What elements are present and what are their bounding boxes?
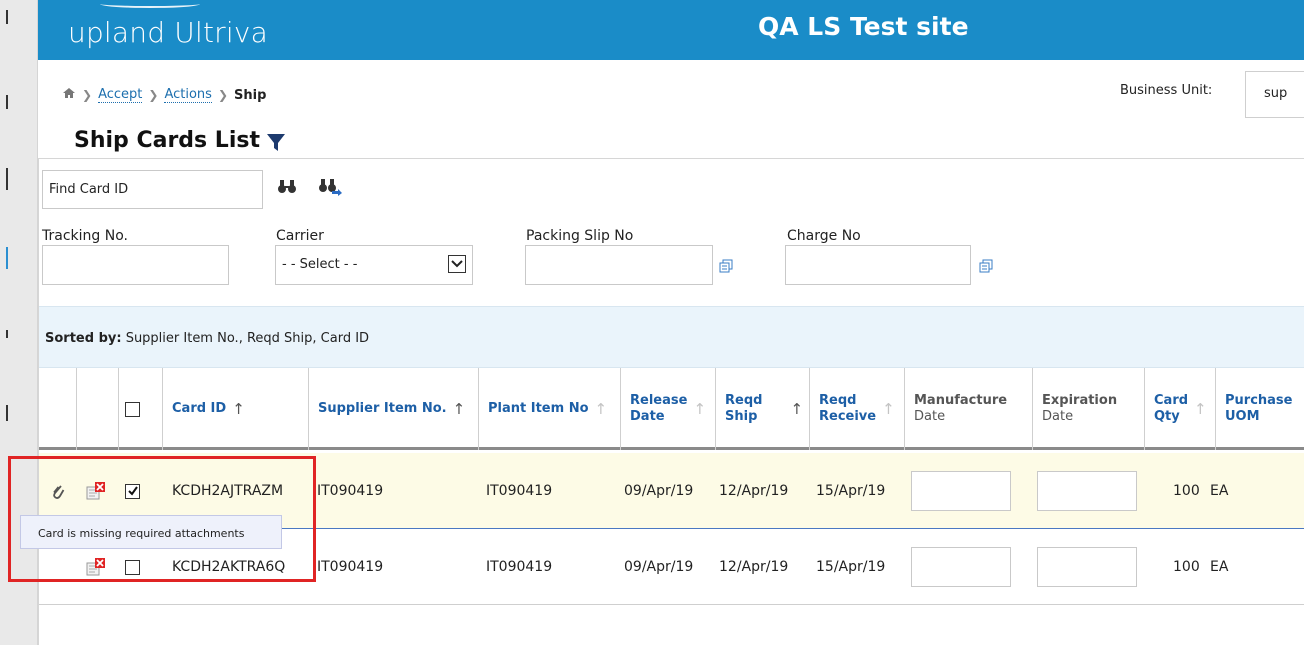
- app-logo[interactable]: upland Ultriva: [68, 16, 268, 49]
- tracking-label: Tracking No.: [42, 228, 128, 244]
- sidebar-marker: [6, 168, 8, 190]
- sorted-by-label: Sorted by:: [45, 331, 122, 346]
- menu-icon[interactable]: [6, 10, 8, 24]
- charge-no-label: Charge No: [787, 228, 861, 244]
- carrier-selected-value: - - Select - -: [282, 257, 358, 272]
- release-date: 09/Apr/19: [624, 483, 694, 499]
- purchase-uom: EA: [1210, 483, 1229, 499]
- expiration-date-input[interactable]: [1037, 529, 1137, 605]
- sort-arrow-icon: ↑: [232, 400, 245, 418]
- release-date: 09/Apr/19: [624, 559, 694, 575]
- breadcrumb-accept[interactable]: Accept: [98, 87, 143, 103]
- header-purchase-uom[interactable]: Purchase UOM: [1216, 368, 1304, 450]
- header-attach-col: [39, 368, 77, 450]
- header-select-col: [119, 368, 163, 450]
- site-title: QA LS Test site: [758, 12, 969, 41]
- sidebar-marker: [6, 330, 8, 338]
- binoculars-next-icon[interactable]: [318, 178, 342, 200]
- header-supplier-item-label: Supplier Item No.: [318, 401, 447, 416]
- plant-item: IT090419: [486, 559, 553, 575]
- header-plant-item[interactable]: Plant Item No ↑: [479, 368, 621, 450]
- header-plant-item-label: Plant Item No: [488, 401, 589, 416]
- breadcrumb: ❯ Accept ❯ Actions ❯ Ship: [62, 87, 266, 103]
- sort-arrow-icon: ↑: [693, 400, 707, 418]
- grid-header: Card ID ↑ Supplier Item No. ↑ Plant Item N…: [39, 368, 1304, 450]
- logo-product: Ultriva: [174, 16, 268, 49]
- header-release-date[interactable]: Release Date ↑: [621, 368, 716, 450]
- logo-brand: upland: [68, 16, 166, 49]
- sorted-by-value: Supplier Item No., Reqd Ship, Card ID: [125, 331, 370, 346]
- sort-arrow-icon: ↑: [1194, 400, 1207, 418]
- header-card-id-label: Card ID: [172, 401, 227, 416]
- business-unit-select[interactable]: sup: [1245, 71, 1304, 118]
- header-supplier-item[interactable]: Supplier Item No. ↑: [309, 368, 479, 450]
- packing-slip-input[interactable]: [525, 245, 713, 285]
- carrier-label: Carrier: [276, 228, 324, 244]
- card-qty: 100: [1173, 559, 1200, 575]
- find-card-id-input[interactable]: Find Card ID: [42, 170, 263, 209]
- header-reqd-ship[interactable]: Reqd Ship ↑: [716, 368, 810, 450]
- chevron-right-icon: ❯: [82, 88, 93, 102]
- sort-arrow-icon: ↑: [452, 400, 466, 418]
- sort-arrow-icon: ↑: [790, 400, 804, 418]
- header-release-date-label: Release Date: [630, 393, 688, 424]
- reqd-receive: 15/Apr/19: [816, 559, 886, 575]
- header-expiration-date: Expiration Date: [1033, 368, 1145, 450]
- packing-slip-label: Packing Slip No: [526, 228, 634, 244]
- header-manufacture-date: Manufacture Date: [905, 368, 1033, 450]
- reqd-ship: 12/Apr/19: [719, 559, 789, 575]
- highlight-box: [8, 456, 316, 582]
- home-icon[interactable]: [62, 87, 76, 103]
- carrier-select[interactable]: - - Select - -: [275, 245, 473, 285]
- manufacture-date-input[interactable]: [911, 529, 1011, 605]
- page-title: Ship Cards List: [74, 128, 260, 153]
- expiration-date-input[interactable]: [1037, 453, 1137, 529]
- sidebar-marker: [6, 405, 8, 421]
- header-card-qty[interactable]: Card Qty ↑: [1145, 368, 1216, 450]
- reqd-ship: 12/Apr/19: [719, 483, 789, 499]
- tracking-input[interactable]: [42, 245, 229, 285]
- copy-icon[interactable]: [979, 259, 993, 277]
- chevron-down-icon: [448, 255, 466, 273]
- header-purchase-uom-label: Purchase UOM: [1225, 393, 1293, 424]
- app-header: upland Ultriva QA LS Test site: [38, 0, 1304, 60]
- sort-arrow-icon: ↑: [882, 400, 895, 418]
- sidebar-marker-active: [6, 247, 8, 269]
- sorted-by-bar: Sorted by: Supplier Item No., Reqd Ship,…: [39, 306, 1304, 368]
- breadcrumb-actions[interactable]: Actions: [164, 87, 212, 103]
- header-reqd-ship-label: Reqd Ship: [725, 393, 763, 424]
- purchase-uom: EA: [1210, 559, 1229, 575]
- chevron-right-icon: ❯: [148, 88, 159, 102]
- header-expiration-date-label: Expiration Date: [1042, 393, 1118, 424]
- header-card-qty-label: Card Qty: [1154, 393, 1189, 424]
- header-manufacture-date-label: Manufacture Date: [914, 393, 1008, 424]
- plant-item: IT090419: [486, 483, 553, 499]
- header-reqd-receive-label: Reqd Receive: [819, 393, 877, 424]
- supplier-item: IT090419: [317, 559, 384, 575]
- sidebar-marker: [6, 95, 8, 109]
- business-unit-label: Business Unit:: [1120, 83, 1213, 98]
- manufacture-date-input[interactable]: [911, 453, 1011, 529]
- card-qty: 100: [1173, 483, 1200, 499]
- supplier-item: IT090419: [317, 483, 384, 499]
- binoculars-icon[interactable]: [277, 178, 299, 198]
- charge-no-input[interactable]: [785, 245, 971, 285]
- header-card-id[interactable]: Card ID ↑: [163, 368, 309, 450]
- chevron-right-icon: ❯: [217, 88, 228, 102]
- header-reqd-receive[interactable]: Reqd Receive ↑: [810, 368, 905, 450]
- logo-swoosh: [100, 0, 200, 8]
- reqd-receive: 15/Apr/19: [816, 483, 886, 499]
- header-status-col: [77, 368, 119, 450]
- filter-icon[interactable]: [266, 133, 286, 157]
- breadcrumb-current: Ship: [234, 87, 267, 103]
- select-all-checkbox[interactable]: [125, 401, 140, 417]
- sort-arrow-icon: ↑: [594, 400, 608, 418]
- copy-icon[interactable]: [719, 259, 733, 277]
